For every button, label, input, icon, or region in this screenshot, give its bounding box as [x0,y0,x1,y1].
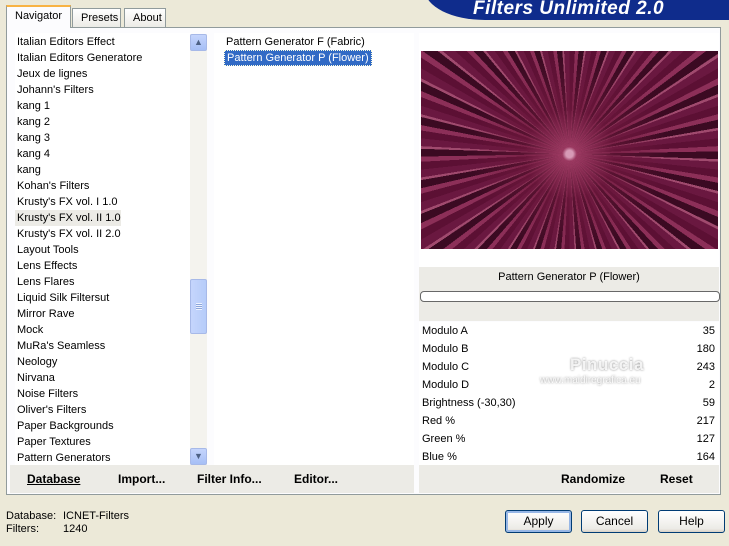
param-value: 2 [708,379,715,391]
tab-about[interactable]: About [124,8,166,27]
reset-button[interactable]: Reset [660,472,693,486]
scroll-thumb[interactable] [190,279,207,334]
status-filters-value: 1240 [63,523,88,535]
param-value: 127 [696,433,715,445]
category-item[interactable]: MuRa's Seamless [15,338,105,354]
category-item[interactable]: Johann's Filters [15,82,94,98]
category-item[interactable]: Kohan's Filters [15,178,89,194]
category-item[interactable]: Jeux de lignes [15,66,87,82]
param-value: 180 [696,343,715,355]
category-item[interactable]: Lens Effects [15,258,77,274]
scroll-up-button[interactable]: ▲ [190,34,207,51]
category-item[interactable]: Krusty's FX vol. II 2.0 [15,226,121,242]
title-banner: Filters Unlimited 2.0 [425,0,729,20]
watermark-name: Pinuccia [570,355,644,374]
category-item[interactable]: Noise Filters [15,386,78,402]
param-name: Blue % [422,451,457,463]
filter-info-button[interactable]: Filter Info... [197,472,262,486]
watermark-url: www.maidiregrafica.eu [540,375,641,386]
param-row[interactable]: Brightness (-30,30) 59 [421,394,717,412]
param-value: 217 [696,415,715,427]
cancel-button[interactable]: Cancel [581,510,648,533]
tab-navigator[interactable]: Navigator [6,5,71,28]
param-name: Modulo D [422,379,470,391]
param-value: 243 [696,361,715,373]
category-scrollbar[interactable]: ▲ ▼ [190,34,207,465]
category-item[interactable]: kang 3 [15,130,50,146]
param-value: 164 [696,451,715,463]
param-name: Modulo A [422,325,468,337]
filter-title: Pattern Generator P (Flower) [498,271,640,283]
category-item[interactable]: kang 4 [15,146,50,162]
category-item[interactable]: Liquid Silk Filtersut [15,290,109,306]
param-row[interactable]: Blue % 164 [421,448,717,466]
category-item[interactable]: Krusty's FX vol. I 1.0 [15,194,118,210]
scroll-down-button[interactable]: ▼ [190,448,207,465]
progress-bar [420,291,720,302]
preview-image [421,51,718,249]
category-item[interactable]: Mirror Rave [15,306,74,322]
param-row[interactable]: Modulo A 35 [421,322,717,340]
category-item[interactable]: Italian Editors Generatore [15,50,142,66]
params-panel: Modulo A 35 Modulo B 180 Modulo C 243 Modulo D… [419,322,719,466]
category-item[interactable]: Pattern Generators [15,450,111,465]
category-item[interactable]: Paper Textures [15,434,91,450]
category-item[interactable]: Layout Tools [15,242,79,258]
category-item[interactable]: Paper Backgrounds [15,418,114,434]
param-name: Red % [422,415,456,427]
help-button[interactable]: Help [658,510,725,533]
param-value: 35 [702,325,715,337]
param-row[interactable]: Red % 217 [421,412,717,430]
database-button[interactable]: Database [27,472,80,486]
filter-item[interactable]: Pattern Generator F (Fabric) [224,34,365,50]
status-filters-label: Filters: [6,523,39,535]
chevron-up-icon: ▲ [194,37,203,47]
param-name: Modulo C [422,361,470,373]
chevron-down-icon: ▼ [194,451,203,461]
banner-title: Filters Unlimited 2.0 [473,0,665,19]
import-button[interactable]: Import... [118,472,165,486]
category-item[interactable]: Italian Editors Effect [15,34,115,50]
param-value: 59 [702,397,715,409]
tab-presets[interactable]: Presets [72,8,121,27]
param-name: Green % [422,433,466,445]
category-item[interactable]: kang [15,162,41,178]
category-item[interactable]: kang 2 [15,114,50,130]
apply-button[interactable]: Apply [505,510,572,533]
filter-item[interactable]: Pattern Generator P (Flower) [224,50,372,66]
category-item[interactable]: Oliver's Filters [15,402,86,418]
category-item[interactable]: Lens Flares [15,274,74,290]
param-name: Modulo B [422,343,469,355]
category-list[interactable]: Italian Editors Effect Italian Editors Ge… [15,33,191,465]
editor-button[interactable]: Editor... [294,472,338,486]
category-item[interactable]: Mock [15,322,43,338]
category-item[interactable]: Nirvana [15,370,55,386]
status-database-label: Database: [6,510,57,522]
category-item[interactable]: kang 1 [15,98,50,114]
randomize-button[interactable]: Randomize [561,472,625,486]
status-database-value: ICNET-Filters [63,510,129,522]
param-row[interactable]: Modulo B 180 [421,340,717,358]
filter-list[interactable]: Pattern Generator F (Fabric) Pattern Gene… [214,33,414,465]
param-row[interactable]: Green % 127 [421,430,717,448]
param-row[interactable]: Modulo C 243 [421,358,717,376]
param-name: Brightness (-30,30) [422,397,516,409]
category-item[interactable]: Krusty's FX vol. II 1.0 [15,210,121,226]
category-item[interactable]: Neology [15,354,57,370]
